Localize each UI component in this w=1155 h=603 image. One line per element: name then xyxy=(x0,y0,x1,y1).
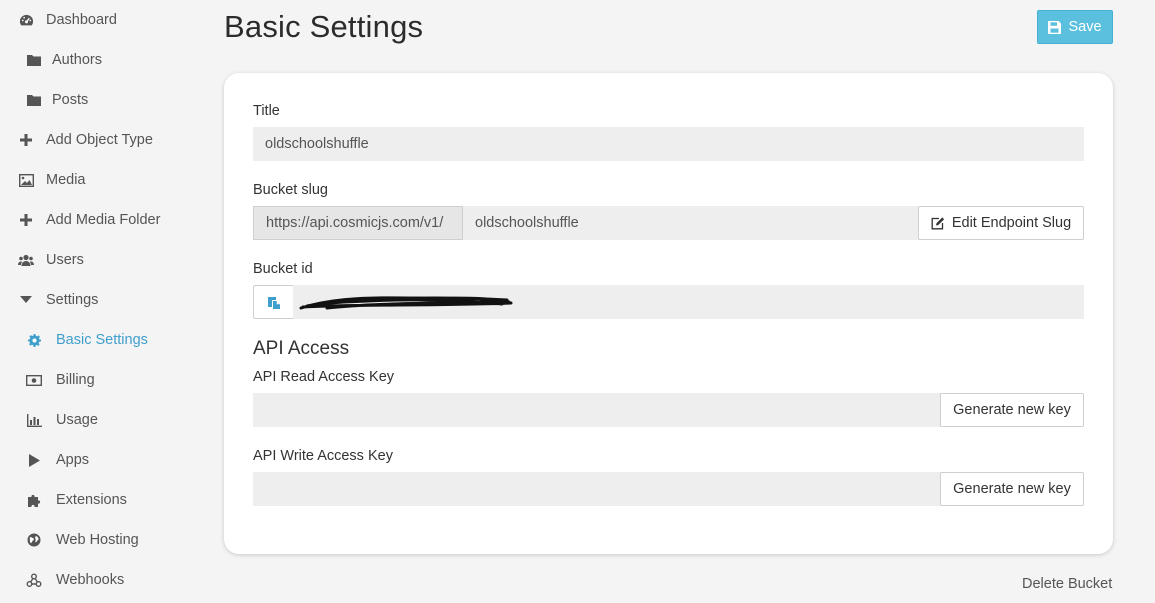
sidebar-item-label: Settings xyxy=(46,292,99,308)
puzzle-icon xyxy=(26,492,42,508)
sidebar-item-label: Authors xyxy=(52,52,102,68)
sidebar-item-label: Add Media Folder xyxy=(46,212,161,228)
generate-read-key-button[interactable]: Generate new key xyxy=(940,393,1084,427)
bucket-slug-value: oldschoolshuffle xyxy=(475,215,579,231)
sidebar-item-add-object-type[interactable]: Add Object Type xyxy=(18,120,153,160)
slug-prefix-text: https://api.cosmicjs.com/v1/ xyxy=(266,215,444,231)
copy-bucket-id-button[interactable] xyxy=(253,285,294,319)
app-root: Dashboard Authors Posts Add Object Type … xyxy=(0,0,1155,603)
sidebar-item-label: Extensions xyxy=(56,492,127,508)
redaction-scribble xyxy=(299,296,513,310)
sidebar-item-add-media-folder[interactable]: Add Media Folder xyxy=(18,200,160,240)
bucket-id-input[interactable] xyxy=(293,285,1084,319)
dashboard-icon xyxy=(18,12,34,28)
generate-write-key-label: Generate new key xyxy=(953,481,1071,497)
bar-chart-icon xyxy=(26,412,42,428)
sidebar-item-label: Posts xyxy=(52,92,89,108)
page-title: Basic Settings xyxy=(224,9,424,44)
title-value: oldschoolshuffle xyxy=(265,136,369,152)
sidebar-item-label: Dashboard xyxy=(46,12,117,28)
sidebar-item-media[interactable]: Media xyxy=(18,160,86,200)
globe-icon xyxy=(26,532,42,548)
plus-icon xyxy=(18,212,34,228)
sidebar-item-settings[interactable]: Settings xyxy=(18,280,98,320)
plus-icon xyxy=(18,132,34,148)
delete-bucket-link[interactable]: Delete Bucket xyxy=(1022,576,1112,592)
title-input[interactable]: oldschoolshuffle xyxy=(253,127,1084,161)
gear-icon xyxy=(26,332,42,348)
sidebar-item-web-hosting[interactable]: Web Hosting xyxy=(26,520,139,560)
play-icon xyxy=(26,452,42,468)
sidebar-item-usage[interactable]: Usage xyxy=(26,400,98,440)
sidebar-item-label: Apps xyxy=(56,452,90,468)
sidebar-item-label: Web Hosting xyxy=(56,532,139,548)
sidebar-item-dashboard[interactable]: Dashboard xyxy=(18,0,117,40)
sidebar-item-label: Media xyxy=(46,172,86,188)
bucket-slug-label: Bucket slug xyxy=(253,182,328,198)
generate-read-key-label: Generate new key xyxy=(953,402,1071,418)
api-write-key-input[interactable] xyxy=(253,472,941,506)
edit-endpoint-slug-label: Edit Endpoint Slug xyxy=(951,215,1072,231)
money-icon xyxy=(26,372,42,388)
slug-prefix-addon: https://api.cosmicjs.com/v1/ xyxy=(253,206,463,240)
sidebar-item-label: Usage xyxy=(56,412,98,428)
bucket-id-label: Bucket id xyxy=(253,261,313,277)
sidebar-item-label: Webhooks xyxy=(56,572,125,588)
edit-icon xyxy=(931,216,945,230)
clipboard-icon xyxy=(267,296,280,309)
api-read-key-input[interactable] xyxy=(253,393,941,427)
sidebar-item-webhooks[interactable]: Webhooks xyxy=(26,560,124,600)
users-icon xyxy=(18,252,34,268)
bucket-slug-input[interactable]: oldschoolshuffle xyxy=(463,206,919,240)
folder-icon xyxy=(26,52,42,68)
sidebar-item-label: Users xyxy=(46,252,84,268)
title-label: Title xyxy=(253,103,280,119)
sidebar-item-users[interactable]: Users xyxy=(18,240,84,280)
floppy-disk-icon xyxy=(1048,20,1062,34)
generate-write-key-button[interactable]: Generate new key xyxy=(940,472,1084,506)
api-read-key-label: API Read Access Key xyxy=(253,369,395,385)
sidebar-item-label: Basic Settings xyxy=(56,332,148,348)
save-button[interactable]: Save xyxy=(1037,10,1113,44)
api-write-key-label: API Write Access Key xyxy=(253,448,393,464)
sidebar-item-basic-settings[interactable]: Basic Settings xyxy=(26,320,148,360)
save-button-label: Save xyxy=(1068,19,1102,35)
sidebar-item-authors[interactable]: Authors xyxy=(26,40,102,80)
caret-down-icon xyxy=(18,292,34,308)
edit-endpoint-slug-button[interactable]: Edit Endpoint Slug xyxy=(918,206,1084,240)
sidebar-item-posts[interactable]: Posts xyxy=(26,80,88,120)
sidebar-item-extensions[interactable]: Extensions xyxy=(26,480,127,520)
sidebar-item-label: Add Object Type xyxy=(46,132,153,148)
api-access-heading: API Access xyxy=(253,338,350,359)
folder-icon xyxy=(26,92,42,108)
sidebar-item-apps[interactable]: Apps xyxy=(26,440,89,480)
webhook-icon xyxy=(26,572,42,588)
settings-card: Title oldschoolshuffle Bucket slug https… xyxy=(224,73,1113,554)
sidebar: Dashboard Authors Posts Add Object Type … xyxy=(0,0,215,603)
sidebar-item-billing[interactable]: Billing xyxy=(26,360,95,400)
sidebar-item-label: Billing xyxy=(56,372,95,388)
image-icon xyxy=(18,172,34,188)
